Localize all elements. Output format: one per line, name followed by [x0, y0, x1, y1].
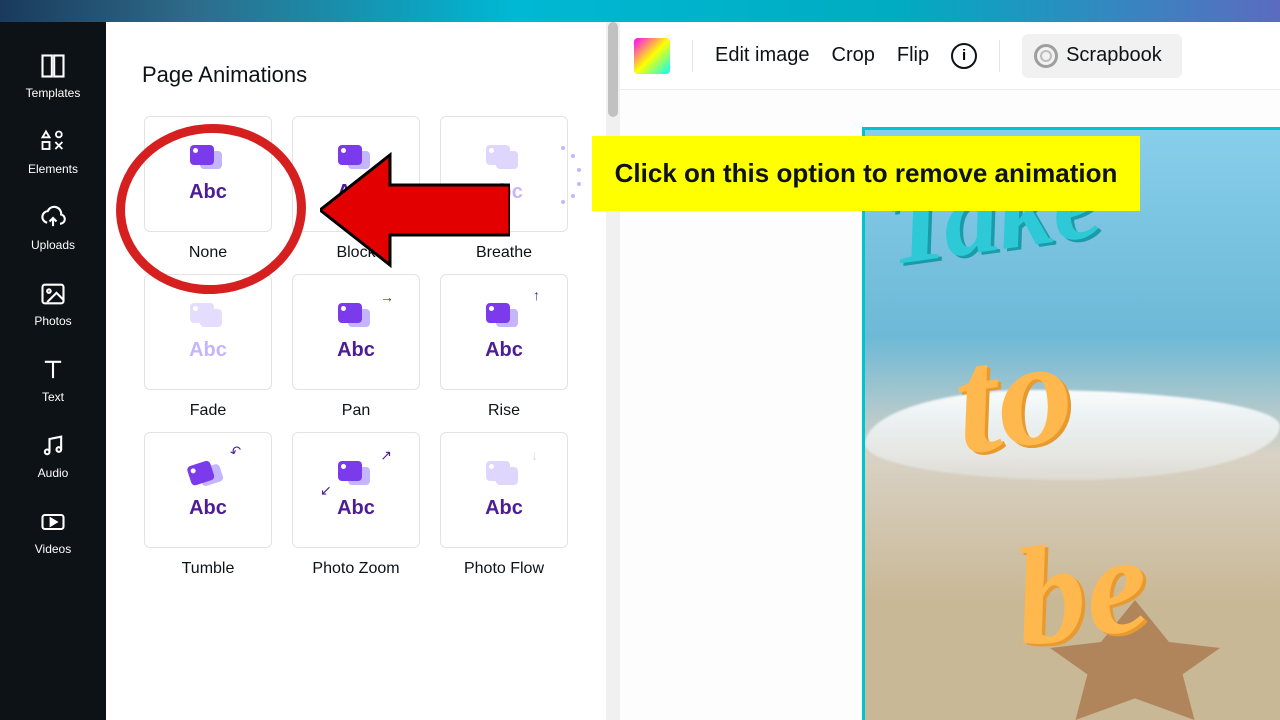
panel-scrollbar[interactable]	[606, 22, 620, 720]
anim-preview-icon: →	[338, 303, 374, 333]
design-text-3: be	[1004, 502, 1157, 680]
divider	[692, 40, 693, 72]
main-layout: Templates Elements Uploads Photos Text A…	[0, 22, 1280, 720]
color-picker-swatch[interactable]	[634, 38, 670, 74]
flip-button[interactable]: Flip	[897, 44, 929, 67]
anim-preview-icon	[190, 303, 226, 333]
anim-abc-text: Abc	[337, 339, 375, 362]
anim-option-none[interactable]: Abc	[144, 116, 272, 232]
text-icon	[39, 356, 67, 384]
anim-preview-icon: ↓	[486, 461, 522, 491]
anim-preview-icon	[190, 145, 226, 175]
anim-abc-text: Abc	[189, 181, 227, 204]
anim-abc-text: Abc	[189, 339, 227, 362]
anim-option-photo-zoom[interactable]: ↗↙ Abc	[292, 432, 420, 548]
scrapbook-label: Scrapbook	[1066, 44, 1162, 67]
scrapbook-button[interactable]: Scrapbook	[1022, 34, 1182, 78]
sidebar-label: Templates	[26, 86, 81, 100]
anim-abc-text: Abc	[485, 497, 523, 520]
divider	[999, 40, 1000, 72]
uploads-icon	[39, 204, 67, 232]
toolbar: Edit image Crop Flip i Scrapbook	[620, 22, 1280, 90]
anim-preview-icon: ↶	[186, 456, 230, 496]
anim-cell-breathe: Abc Breathe	[438, 116, 570, 262]
anim-option-tumble[interactable]: ↶ Abc	[144, 432, 272, 548]
sidebar-label: Uploads	[31, 238, 75, 252]
anim-label: None	[189, 244, 227, 262]
anim-preview-icon: ↑	[486, 303, 522, 333]
sidebar-item-audio[interactable]: Audio	[0, 418, 106, 494]
anim-option-pan[interactable]: → Abc	[292, 274, 420, 390]
panel-title: Page Animations	[142, 62, 570, 88]
anim-label: Pan	[342, 402, 370, 420]
sidebar-label: Videos	[35, 542, 71, 556]
anim-label: Rise	[488, 402, 520, 420]
sidebar-item-text[interactable]: Text	[0, 342, 106, 418]
videos-icon	[39, 508, 67, 536]
anim-abc-text: Abc	[337, 181, 375, 204]
title-bar	[0, 0, 1280, 22]
sidebar-item-uploads[interactable]: Uploads	[0, 190, 106, 266]
anim-cell-tumble: ↶ Abc Tumble	[142, 432, 274, 578]
sidebar-item-videos[interactable]: Videos	[0, 494, 106, 570]
anim-abc-text: Abc	[485, 339, 523, 362]
anim-abc-text: Abc	[337, 497, 375, 520]
anim-cell-none: Abc None	[142, 116, 274, 262]
templates-icon	[39, 52, 67, 80]
edit-image-button[interactable]: Edit image	[715, 44, 810, 67]
scrollbar-thumb[interactable]	[608, 22, 618, 117]
animations-panel: Page Animations Abc None Abc Block	[106, 22, 606, 720]
sidebar: Templates Elements Uploads Photos Text A…	[0, 22, 106, 720]
anim-label: Breathe	[476, 244, 532, 262]
anim-preview-icon	[486, 145, 522, 175]
anim-preview-icon: ↗↙	[338, 461, 374, 491]
anim-cell-rise: ↑ Abc Rise	[438, 274, 570, 420]
anim-option-rise[interactable]: ↑ Abc	[440, 274, 568, 390]
canvas-area: Edit image Crop Flip i Scrapbook Take to…	[620, 22, 1280, 720]
anim-option-block[interactable]: Abc	[292, 116, 420, 232]
elements-icon	[39, 128, 67, 156]
anim-option-photo-flow[interactable]: ↓ Abc	[440, 432, 568, 548]
anim-cell-pan: → Abc Pan	[290, 274, 422, 420]
anim-label: Fade	[190, 402, 226, 420]
anim-preview-icon	[338, 145, 374, 175]
info-icon[interactable]: i	[951, 43, 977, 69]
animation-grid: Abc None Abc Block Abc B	[142, 116, 570, 578]
anim-abc-text: Abc	[189, 497, 227, 520]
sidebar-item-templates[interactable]: Templates	[0, 38, 106, 114]
sidebar-label: Text	[42, 390, 64, 404]
anim-label: Photo Zoom	[312, 560, 399, 578]
crop-button[interactable]: Crop	[832, 44, 875, 67]
anim-label: Block	[336, 244, 375, 262]
sidebar-label: Elements	[28, 162, 78, 176]
anim-abc-text: Abc	[485, 181, 523, 204]
breathe-dots-icon	[561, 144, 585, 204]
audio-icon	[39, 432, 67, 460]
anim-option-fade[interactable]: Abc	[144, 274, 272, 390]
anim-option-breathe[interactable]: Abc	[440, 116, 568, 232]
sidebar-item-photos[interactable]: Photos	[0, 266, 106, 342]
design-text-2: to	[944, 303, 1083, 490]
scrapbook-icon	[1034, 44, 1058, 68]
photos-icon	[39, 280, 67, 308]
anim-label: Tumble	[182, 560, 235, 578]
anim-cell-photo-zoom: ↗↙ Abc Photo Zoom	[290, 432, 422, 578]
anim-label: Photo Flow	[464, 560, 544, 578]
anim-cell-fade: Abc Fade	[142, 274, 274, 420]
sidebar-item-elements[interactable]: Elements	[0, 114, 106, 190]
annotation-callout: Click on this option to remove animation	[592, 136, 1140, 211]
design-frame[interactable]: Take to be	[865, 130, 1280, 720]
anim-cell-photo-flow: ↓ Abc Photo Flow	[438, 432, 570, 578]
anim-cell-block: Abc Block	[290, 116, 422, 262]
sidebar-label: Photos	[34, 314, 71, 328]
sidebar-label: Audio	[38, 466, 69, 480]
